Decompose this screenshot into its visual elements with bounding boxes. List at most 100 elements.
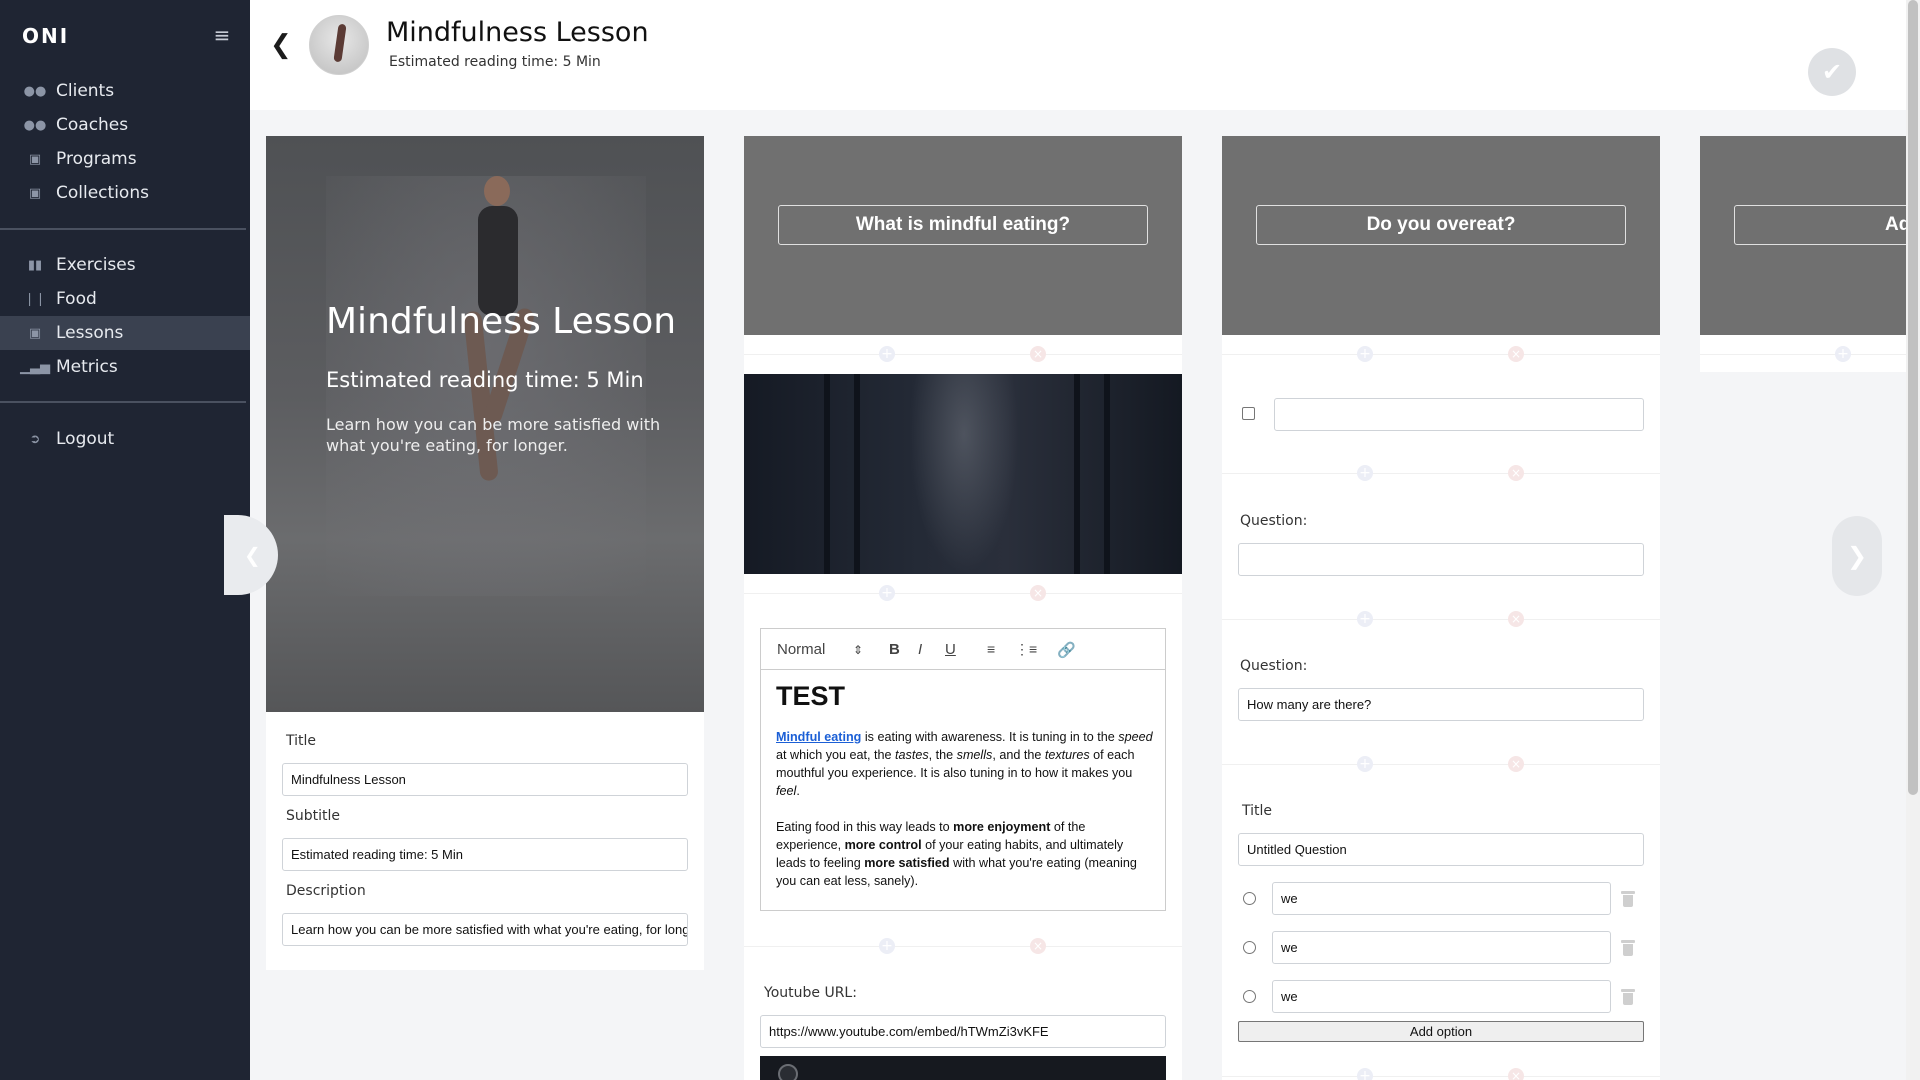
page-heading-input[interactable]: What is mindful eating? xyxy=(778,205,1148,245)
save-check-icon[interactable]: ✔ xyxy=(1808,48,1856,96)
block-adder: + × xyxy=(744,344,1182,364)
clients-icon: ●● xyxy=(23,83,47,99)
sidebar-item-clients[interactable]: ●● Clients xyxy=(0,74,250,108)
sidebar-item-programs[interactable]: ▣ Programs xyxy=(0,142,250,176)
sidebar-item-label: Coaches xyxy=(56,115,129,135)
trash-icon[interactable] xyxy=(1621,989,1635,1005)
sidebar-item-label: Logout xyxy=(56,429,115,449)
youtube-url-input[interactable]: https://www.youtube.com/embed/hTWmZi3vKF… xyxy=(760,1015,1166,1048)
title-input[interactable]: Mindfulness Lesson xyxy=(282,763,688,796)
nav-group-main: ●● Clients ●● Coaches ▣ Programs ▣ Colle… xyxy=(0,74,250,210)
rich-text-editor: Normal ⇕ B I U ≡ ⋮≡ 🔗 TEST Mindful eatin… xyxy=(760,628,1166,911)
title-label: Title xyxy=(286,733,317,749)
back-arrow-icon[interactable]: ❮ xyxy=(270,30,292,60)
sidebar-item-exercises[interactable]: ▮▮ Exercises xyxy=(0,248,250,282)
checkbox-text-input[interactable] xyxy=(1274,398,1644,431)
athlete-figure xyxy=(463,176,537,556)
page-heading-input[interactable]: Ad xyxy=(1734,205,1906,245)
lessons-icon: ▣ xyxy=(28,325,42,341)
add-block-icon[interactable]: + xyxy=(1357,1068,1373,1080)
logout-icon: ➲ xyxy=(29,431,41,447)
sidebar-item-label: Collections xyxy=(56,183,149,203)
add-block-icon[interactable]: + xyxy=(1357,611,1373,627)
remove-block-icon[interactable]: × xyxy=(1030,585,1046,601)
exercises-icon: ▮▮ xyxy=(27,257,43,273)
page-heading-text: Ad xyxy=(1885,214,1906,235)
underline-icon[interactable]: U xyxy=(945,641,956,658)
block-adder: + × xyxy=(1222,754,1660,774)
subtitle-label: Subtitle xyxy=(286,808,341,824)
collapse-sidebar-icon[interactable]: ≡ xyxy=(207,23,237,47)
collections-icon: ▣ xyxy=(28,185,42,201)
remove-block-icon[interactable]: × xyxy=(1030,938,1046,954)
question-title-label: Title xyxy=(1242,803,1273,819)
add-block-icon[interactable]: + xyxy=(879,585,895,601)
option-input[interactable]: we xyxy=(1272,931,1611,964)
add-block-icon[interactable]: + xyxy=(879,938,895,954)
trash-icon[interactable] xyxy=(1621,940,1635,956)
sidebar-divider xyxy=(0,401,246,403)
app: ONI ≡ ●● Clients ●● Coaches ▣ Programs ▣… xyxy=(0,0,1920,1080)
remove-block-icon[interactable]: × xyxy=(1508,1068,1524,1080)
description-input[interactable]: Learn how you can be more satisfied with… xyxy=(282,913,688,946)
page-scrollbar[interactable] xyxy=(1906,0,1920,1080)
trash-icon[interactable] xyxy=(1621,891,1635,907)
add-block-icon[interactable]: + xyxy=(879,346,895,362)
bullet-list-icon[interactable]: ⋮≡ xyxy=(1015,641,1037,658)
lesson-avatar xyxy=(309,15,369,75)
editor-heading: TEST xyxy=(776,681,846,711)
italic-icon[interactable]: I xyxy=(918,641,922,658)
option-input[interactable]: we xyxy=(1272,882,1611,915)
add-option-button[interactable]: Add option xyxy=(1238,1021,1644,1042)
video-embed[interactable] xyxy=(760,1056,1166,1080)
page-header-block: What is mindful eating? xyxy=(744,136,1182,335)
food-icon: ❘❘ xyxy=(24,291,46,307)
add-block-icon[interactable]: + xyxy=(1357,346,1373,362)
link-icon[interactable]: 🔗 xyxy=(1057,641,1076,659)
option-input[interactable]: we xyxy=(1272,980,1611,1013)
option-radio[interactable] xyxy=(1243,892,1256,905)
page-heading-input[interactable]: Do you overeat? xyxy=(1256,205,1626,245)
sidebar-item-food[interactable]: ❘❘ Food xyxy=(0,282,250,316)
ordered-list-icon[interactable]: ≡ xyxy=(987,641,995,657)
remove-block-icon[interactable]: × xyxy=(1508,611,1524,627)
sidebar: ONI ≡ ●● Clients ●● Coaches ▣ Programs ▣… xyxy=(0,0,250,1080)
sidebar-item-label: Lessons xyxy=(56,323,124,343)
sidebar-item-collections[interactable]: ▣ Collections xyxy=(0,176,250,210)
subtitle-input[interactable]: Estimated reading time: 5 Min xyxy=(282,838,688,871)
remove-block-icon[interactable]: × xyxy=(1030,346,1046,362)
sidebar-item-metrics[interactable]: ▁▃▅ Metrics xyxy=(0,350,250,384)
page-header-block: Do you overeat? xyxy=(1222,136,1660,335)
option-radio[interactable] xyxy=(1243,990,1256,1003)
sidebar-item-label: Exercises xyxy=(56,255,136,275)
sidebar-item-label: Food xyxy=(56,289,97,309)
checkbox[interactable] xyxy=(1242,407,1255,420)
chevron-updown-icon[interactable]: ⇕ xyxy=(853,643,863,657)
play-icon[interactable] xyxy=(778,1064,798,1080)
block-adder: + × xyxy=(744,583,1182,603)
format-select[interactable]: Normal xyxy=(777,641,825,658)
question-label: Question: xyxy=(1240,658,1308,674)
question-input[interactable] xyxy=(1238,543,1644,576)
remove-block-icon[interactable]: × xyxy=(1508,756,1524,772)
bold-icon[interactable]: B xyxy=(889,641,900,658)
metrics-icon: ▁▃▅ xyxy=(20,359,50,375)
sidebar-item-coaches[interactable]: ●● Coaches xyxy=(0,108,250,142)
mindful-eating-link[interactable]: Mindful eating xyxy=(776,730,861,744)
remove-block-icon[interactable]: × xyxy=(1508,465,1524,481)
editor-content[interactable]: TEST Mindful eating is eating with aware… xyxy=(776,681,1154,908)
sidebar-item-logout[interactable]: ➲ Logout xyxy=(0,422,250,456)
lesson-image xyxy=(744,374,1182,574)
add-block-icon[interactable]: + xyxy=(1835,346,1851,362)
page-header: ❮ Mindfulness Lesson Estimated reading t… xyxy=(250,0,1908,110)
next-page-chevron-icon[interactable]: ❯ xyxy=(1832,516,1882,596)
question-title-input[interactable]: Untitled Question xyxy=(1238,833,1644,866)
sidebar-item-lessons[interactable]: ▣ Lessons xyxy=(0,316,250,350)
sidebar-divider xyxy=(0,228,246,230)
remove-block-icon[interactable]: × xyxy=(1508,346,1524,362)
add-block-icon[interactable]: + xyxy=(1357,465,1373,481)
question-input[interactable]: How many are there? xyxy=(1238,688,1644,721)
cover-form: Title Mindfulness Lesson Subtitle Estima… xyxy=(266,712,704,970)
option-radio[interactable] xyxy=(1243,941,1256,954)
add-block-icon[interactable]: + xyxy=(1357,756,1373,772)
